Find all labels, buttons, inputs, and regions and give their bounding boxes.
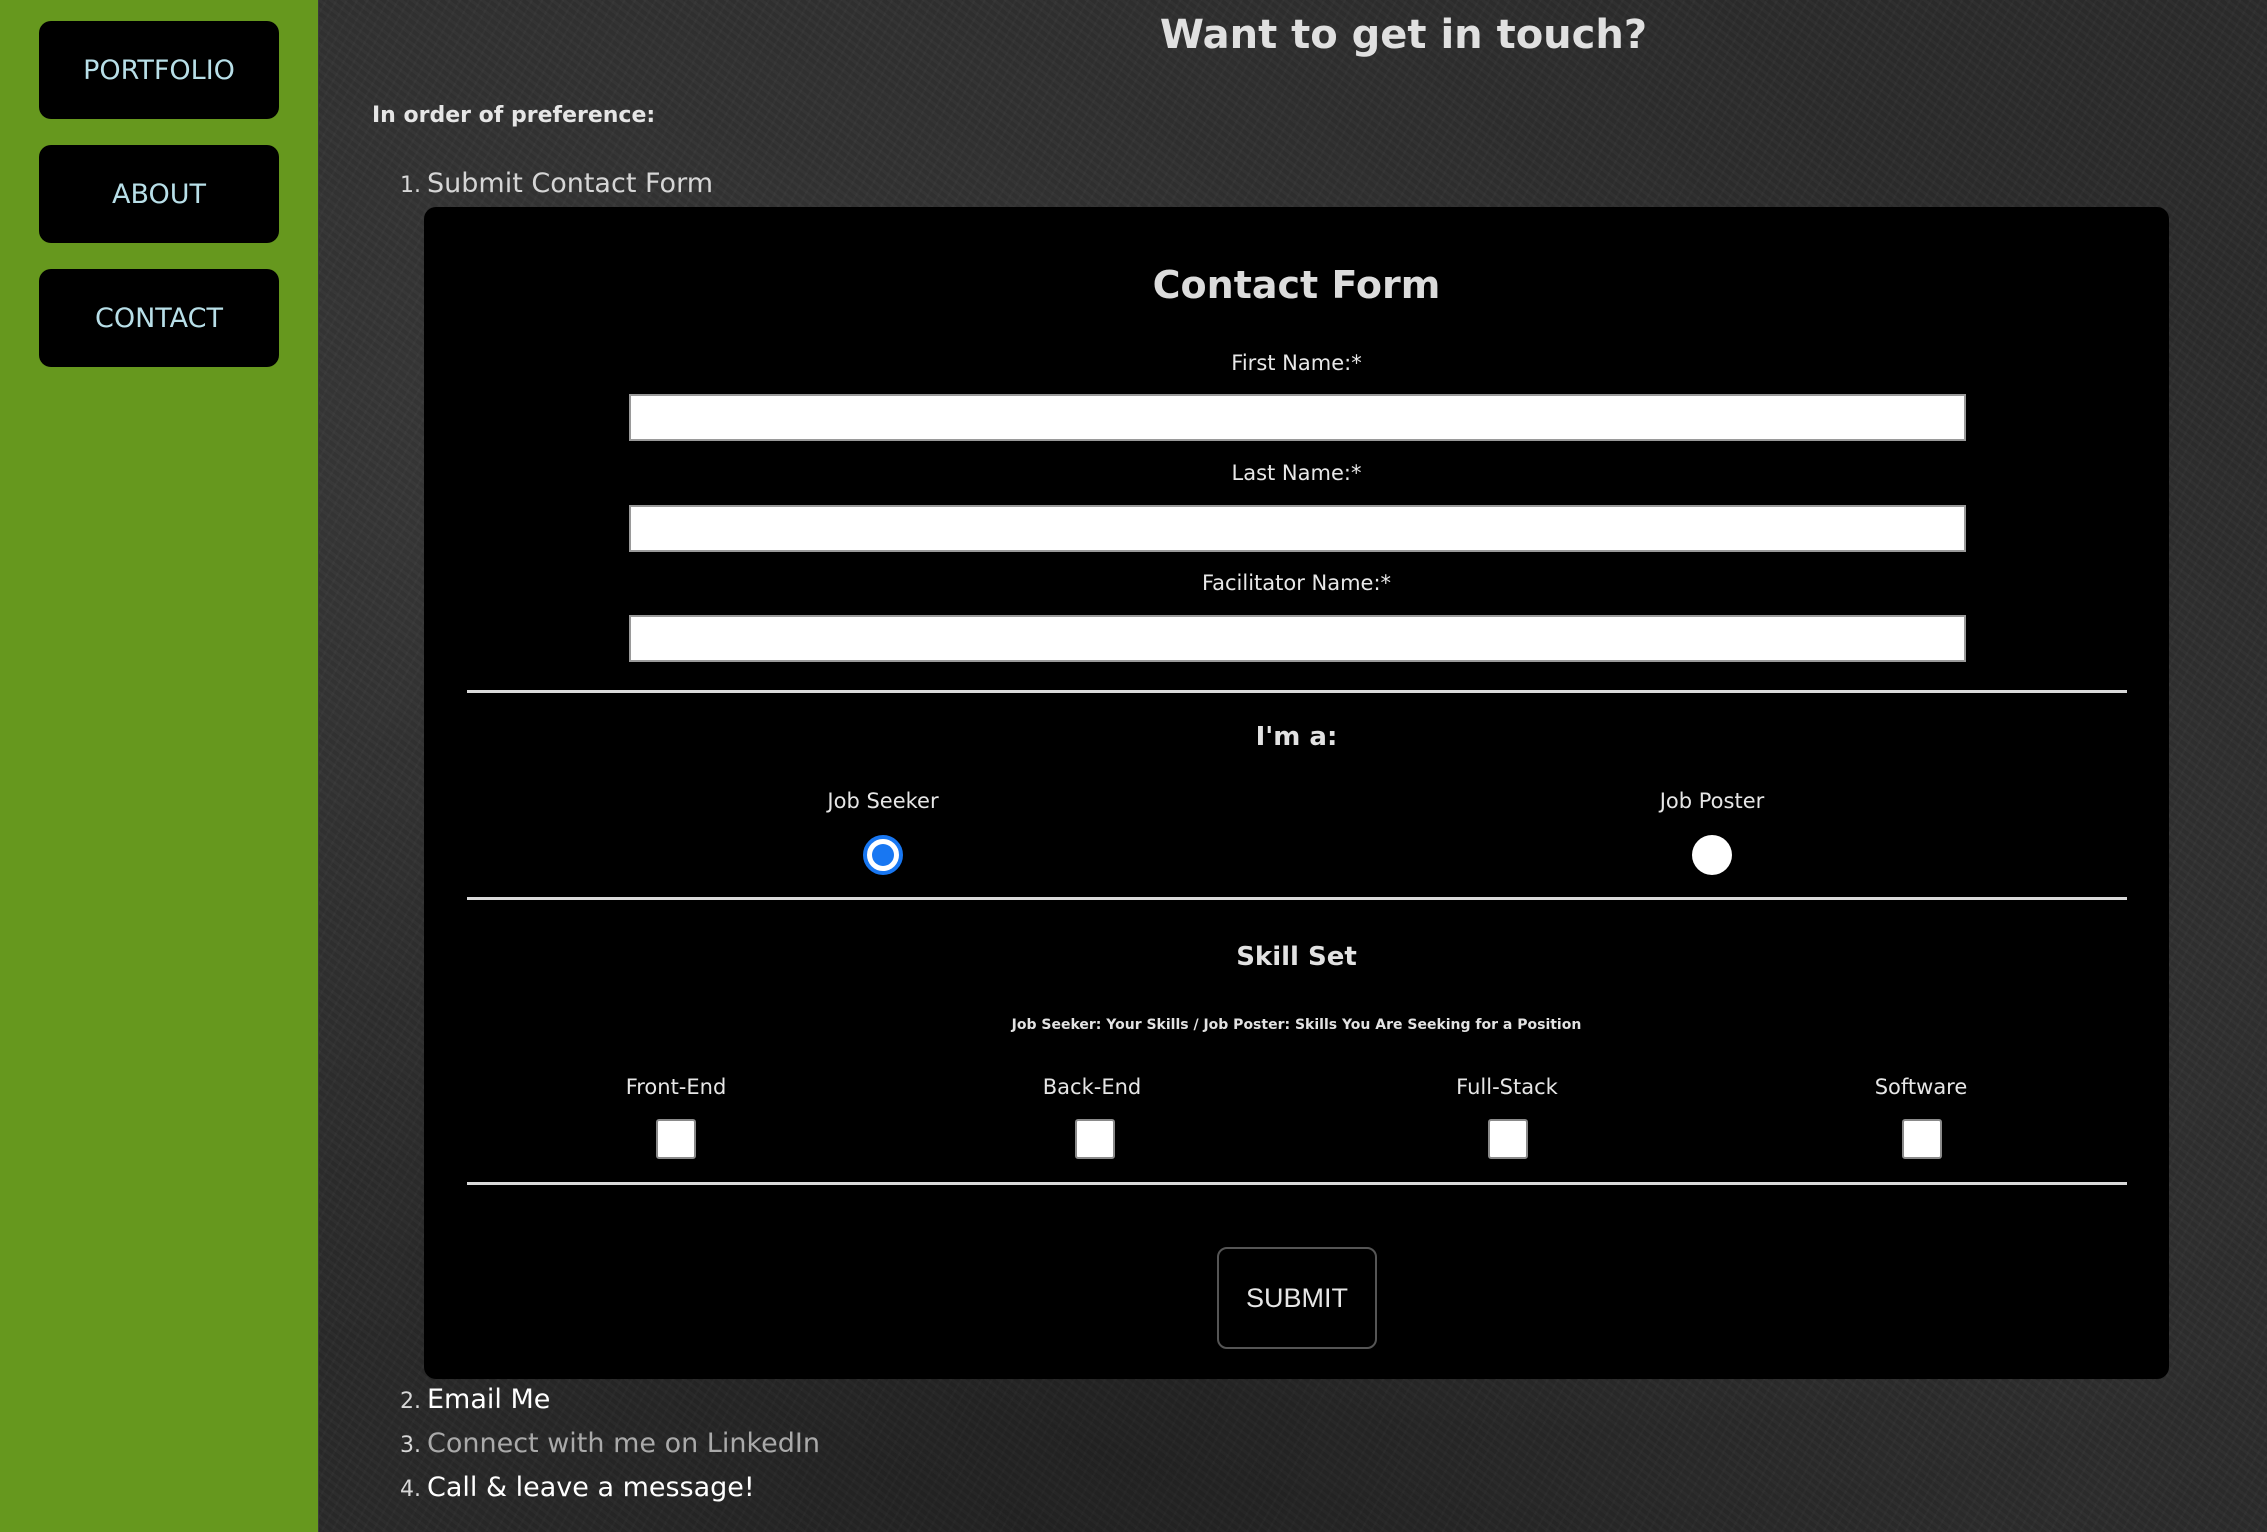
facilitator-name-input[interactable] <box>629 615 1966 662</box>
back-end-label: Back-End <box>1042 1075 1142 1099</box>
divider <box>467 690 2127 693</box>
contact-form: Contact Form First Name:* Last Name:* Fa… <box>424 207 2169 1379</box>
skill-set-note: Job Seeker: Your Skills / Job Poster: Sk… <box>1011 1017 1582 1033</box>
list-item-label: Submit Contact Form <box>427 168 714 199</box>
facilitator-name-label: Facilitator Name:* <box>1201 571 1392 595</box>
list-item-call[interactable]: 4. Call & leave a message! <box>400 1472 755 1503</box>
submit-button[interactable]: SUBMIT <box>1217 1247 1377 1349</box>
list-number: 1. <box>400 173 421 198</box>
nav-contact-button[interactable]: CONTACT <box>39 269 279 367</box>
software-label: Software <box>1874 1075 1968 1099</box>
last-name-label: Last Name:* <box>1231 461 1362 485</box>
back-end-checkbox[interactable] <box>1075 1119 1115 1159</box>
sidebar: PORTFOLIO ABOUT CONTACT <box>0 0 319 1532</box>
divider <box>467 1182 2127 1185</box>
job-seeker-label: Job Seeker <box>827 789 939 813</box>
page-title: Want to get in touch? <box>1159 12 1648 58</box>
full-stack-label: Full-Stack <box>1456 1075 1558 1099</box>
first-name-label: First Name:* <box>1231 351 1362 375</box>
job-poster-radio[interactable] <box>1692 835 1732 875</box>
role-title: I'm a: <box>1255 722 1338 752</box>
linkedin-link[interactable]: Connect with me on LinkedIn <box>427 1428 820 1459</box>
list-number: 2. <box>400 1389 421 1414</box>
full-stack-checkbox[interactable] <box>1488 1119 1528 1159</box>
list-number: 4. <box>400 1477 421 1502</box>
job-seeker-radio[interactable] <box>863 835 903 875</box>
front-end-checkbox[interactable] <box>656 1119 696 1159</box>
nav-portfolio-button[interactable]: PORTFOLIO <box>39 21 279 119</box>
divider <box>467 897 2127 900</box>
software-checkbox[interactable] <box>1902 1119 1942 1159</box>
preference-label: In order of preference: <box>372 103 656 128</box>
form-heading: Contact Form <box>1152 263 1441 307</box>
first-name-input[interactable] <box>629 394 1966 441</box>
skill-set-title: Skill Set <box>1236 942 1357 972</box>
list-number: 3. <box>400 1433 421 1458</box>
call-link[interactable]: Call & leave a message! <box>427 1472 755 1503</box>
last-name-input[interactable] <box>629 505 1966 552</box>
list-item-linkedin[interactable]: 3. Connect with me on LinkedIn <box>400 1428 820 1459</box>
list-item-contact-form: 1. Submit Contact Form <box>400 168 713 199</box>
email-me-link[interactable]: Email Me <box>427 1384 550 1415</box>
front-end-label: Front-End <box>625 1075 727 1099</box>
job-poster-label: Job Poster <box>1659 789 1765 813</box>
list-item-email[interactable]: 2. Email Me <box>400 1384 550 1415</box>
nav-about-button[interactable]: ABOUT <box>39 145 279 243</box>
